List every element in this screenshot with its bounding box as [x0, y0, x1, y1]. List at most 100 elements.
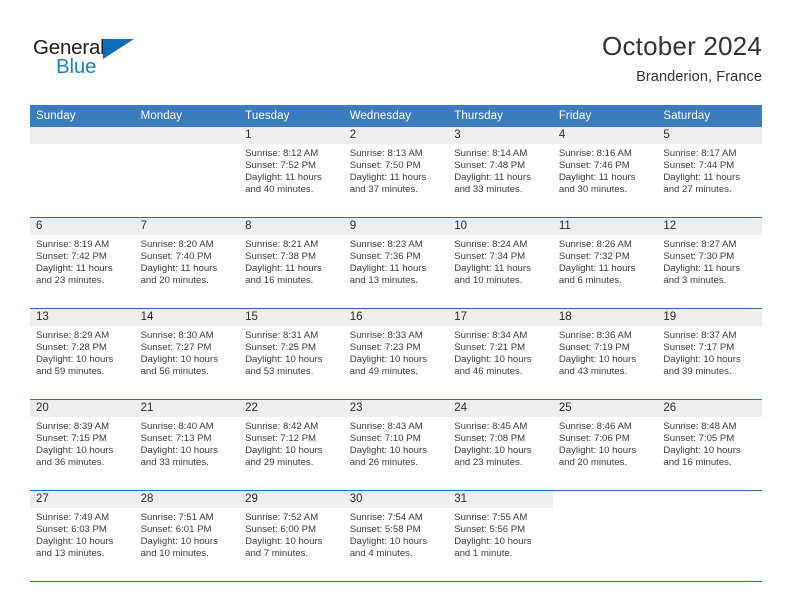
day-number: 31	[448, 491, 553, 508]
daylight-duration-line2: and 10 minutes.	[140, 547, 209, 559]
calendar-day-cell[interactable]: 27 Sunrise: 7:49 AM Sunset: 6:03 PM Dayligh…	[30, 490, 135, 582]
daylight-duration-line2: and 13 minutes.	[349, 274, 418, 286]
daylight-duration-line2: and 59 minutes.	[36, 365, 105, 377]
day-cell-inner: 16 Sunrise: 8:33 AM Sunset: 7:23 PM Dayligh…	[343, 309, 449, 399]
calendar-day-cell[interactable]: 15 Sunrise: 8:31 AM Sunset: 7:25 PM Dayligh…	[239, 308, 344, 400]
calendar-day-cell[interactable]: 14 Sunrise: 8:30 AM Sunset: 7:27 PM Dayligh…	[134, 308, 240, 400]
calendar-day-cell[interactable]: 3 Sunrise: 8:14 AM Sunset: 7:48 PM Daylight…	[448, 127, 553, 218]
sunrise-time: Sunrise: 8:13 AM	[349, 148, 423, 159]
sunrise-time: Sunrise: 8:43 AM	[349, 421, 423, 432]
sunset-time: Sunset: 7:38 PM	[245, 250, 317, 262]
calendar-body: 1 Sunrise: 8:12 AM Sunset: 7:52 PM Daylight…	[30, 127, 762, 582]
calendar-day-cell[interactable]: 11 Sunrise: 8:26 AM Sunset: 7:32 PM Dayligh…	[552, 217, 658, 309]
sunrise-time: Sunrise: 8:17 AM	[663, 148, 737, 159]
day-number: 8	[239, 218, 344, 235]
sunrise-time: Sunrise: 8:24 AM	[454, 239, 528, 250]
calendar-week-row: 6 Sunrise: 8:19 AM Sunset: 7:42 PM Daylight…	[30, 217, 762, 309]
sunset-time: Sunset: 7:15 PM	[36, 432, 107, 444]
calendar-day-cell[interactable]: 17 Sunrise: 8:34 AM Sunset: 7:21 PM Dayligh…	[448, 308, 553, 400]
day-detail: Sunrise: 7:52 AM Sunset: 6:00 PM Daylight:…	[239, 508, 344, 560]
sunrise-time: Sunrise: 8:40 AM	[140, 421, 214, 432]
calendar-day-cell[interactable]: 28 Sunrise: 7:51 AM Sunset: 6:01 PM Dayligh…	[134, 490, 240, 582]
calendar-day-cell[interactable]: 16 Sunrise: 8:33 AM Sunset: 7:23 PM Dayligh…	[343, 308, 449, 400]
day-cell-inner: 27 Sunrise: 7:49 AM Sunset: 6:03 PM Dayligh…	[30, 491, 135, 581]
sunset-time: Sunset: 7:48 PM	[454, 159, 526, 171]
sunset-time: Sunset: 7:25 PM	[245, 341, 317, 353]
page-header: General Blue October 2024 Branderion, Fr…	[0, 0, 792, 100]
sunset-time: Sunset: 6:03 PM	[36, 523, 107, 535]
sunset-time: Sunset: 5:56 PM	[454, 523, 526, 535]
daylight-duration-line1: Daylight: 11 hours	[349, 262, 427, 274]
calendar-day-cell[interactable]: 2 Sunrise: 8:13 AM Sunset: 7:50 PM Daylight…	[343, 127, 449, 218]
day-number	[30, 127, 135, 144]
day-cell-inner: 29 Sunrise: 7:52 AM Sunset: 6:00 PM Dayligh…	[239, 491, 344, 581]
calendar-day-cell[interactable]: 4 Sunrise: 8:16 AM Sunset: 7:46 PM Daylight…	[552, 127, 658, 218]
daylight-duration-line2: and 33 minutes.	[140, 456, 209, 468]
calendar-day-cell[interactable]: 20 Sunrise: 8:39 AM Sunset: 7:15 PM Dayligh…	[30, 399, 135, 491]
sunrise-time: Sunrise: 8:31 AM	[245, 330, 319, 341]
sunset-time: Sunset: 7:06 PM	[558, 432, 630, 444]
calendar-cell-empty	[134, 127, 240, 218]
calendar-day-cell[interactable]: 31 Sunrise: 7:55 AM Sunset: 5:56 PM Dayligh…	[448, 490, 553, 582]
day-cell-inner: 1 Sunrise: 8:12 AM Sunset: 7:52 PM Daylight…	[239, 127, 344, 217]
calendar-day-cell[interactable]: 21 Sunrise: 8:40 AM Sunset: 7:13 PM Dayligh…	[134, 399, 240, 491]
day-number	[552, 491, 658, 508]
daylight-duration-line2: and 27 minutes.	[663, 183, 732, 195]
calendar-day-cell[interactable]: 18 Sunrise: 8:36 AM Sunset: 7:19 PM Dayligh…	[552, 308, 658, 400]
title-block: October 2024 Branderion, France	[602, 31, 762, 86]
calendar-day-cell[interactable]: 7 Sunrise: 8:20 AM Sunset: 7:40 PM Daylight…	[134, 217, 240, 309]
calendar-day-cell[interactable]: 10 Sunrise: 8:24 AM Sunset: 7:34 PM Dayligh…	[448, 217, 553, 309]
calendar-day-cell[interactable]: 25 Sunrise: 8:46 AM Sunset: 7:06 PM Dayligh…	[552, 399, 658, 491]
day-cell-inner: 14 Sunrise: 8:30 AM Sunset: 7:27 PM Dayligh…	[134, 309, 240, 399]
day-detail: Sunrise: 8:24 AM Sunset: 7:34 PM Daylight:…	[448, 235, 553, 287]
daylight-duration-line1: Daylight: 11 hours	[454, 171, 531, 183]
calendar-day-cell[interactable]: 8 Sunrise: 8:21 AM Sunset: 7:38 PM Daylight…	[239, 217, 344, 309]
brand-logo[interactable]: General Blue	[33, 37, 153, 84]
calendar-day-cell[interactable]: 1 Sunrise: 8:12 AM Sunset: 7:52 PM Daylight…	[239, 127, 344, 218]
day-cell-inner: 23 Sunrise: 8:43 AM Sunset: 7:10 PM Dayligh…	[343, 400, 449, 490]
calendar-day-cell[interactable]: 24 Sunrise: 8:45 AM Sunset: 7:08 PM Dayligh…	[448, 399, 553, 491]
calendar-day-cell[interactable]: 5 Sunrise: 8:17 AM Sunset: 7:44 PM Daylight…	[657, 127, 762, 218]
sunrise-time: Sunrise: 8:12 AM	[245, 148, 319, 159]
calendar-day-cell[interactable]: 13 Sunrise: 8:29 AM Sunset: 7:28 PM Dayligh…	[30, 308, 135, 400]
daylight-duration-line1: Daylight: 10 hours	[558, 444, 637, 456]
calendar-day-cell[interactable]: 23 Sunrise: 8:43 AM Sunset: 7:10 PM Dayligh…	[343, 399, 449, 491]
day-detail: Sunrise: 8:16 AM Sunset: 7:46 PM Daylight:…	[553, 144, 658, 196]
calendar-day-cell[interactable]: 26 Sunrise: 8:48 AM Sunset: 7:05 PM Dayligh…	[657, 399, 762, 491]
day-number: 29	[239, 491, 344, 508]
calendar-day-cell[interactable]: 22 Sunrise: 8:42 AM Sunset: 7:12 PM Dayligh…	[239, 399, 344, 491]
day-cell-inner: 20 Sunrise: 8:39 AM Sunset: 7:15 PM Dayligh…	[30, 400, 135, 490]
calendar-day-cell[interactable]: 9 Sunrise: 8:23 AM Sunset: 7:36 PM Daylight…	[343, 217, 449, 309]
day-number: 25	[552, 400, 658, 417]
sunrise-time: Sunrise: 8:30 AM	[140, 330, 214, 341]
daylight-duration-line2: and 37 minutes.	[349, 183, 418, 195]
day-cell-inner	[657, 491, 762, 581]
sunrise-time: Sunrise: 8:20 AM	[140, 239, 214, 250]
day-detail: Sunrise: 8:45 AM Sunset: 7:08 PM Daylight:…	[448, 417, 553, 469]
daylight-duration-line1: Daylight: 10 hours	[349, 444, 428, 456]
daylight-duration-line2: and 7 minutes.	[245, 547, 309, 559]
sunset-time: Sunset: 7:32 PM	[558, 250, 630, 262]
weekday-header-row: Sunday Monday Tuesday Wednesday Thursday…	[30, 105, 762, 127]
day-number: 17	[448, 309, 553, 326]
sunrise-time: Sunrise: 7:51 AM	[140, 512, 214, 523]
day-number: 24	[448, 400, 553, 417]
calendar-cell-empty	[30, 127, 135, 218]
day-cell-inner: 18 Sunrise: 8:36 AM Sunset: 7:19 PM Dayligh…	[552, 309, 658, 399]
day-cell-inner: 5 Sunrise: 8:17 AM Sunset: 7:44 PM Daylight…	[657, 127, 762, 217]
calendar-day-cell[interactable]: 30 Sunrise: 7:54 AM Sunset: 5:58 PM Dayligh…	[343, 490, 449, 582]
sunrise-time: Sunrise: 8:27 AM	[663, 239, 737, 250]
calendar-day-cell[interactable]: 19 Sunrise: 8:37 AM Sunset: 7:17 PM Dayligh…	[657, 308, 762, 400]
calendar-day-cell[interactable]: 12 Sunrise: 8:27 AM Sunset: 7:30 PM Dayligh…	[657, 217, 762, 309]
daylight-duration-line1: Daylight: 11 hours	[349, 171, 427, 183]
calendar-day-cell[interactable]: 29 Sunrise: 7:52 AM Sunset: 6:00 PM Dayligh…	[239, 490, 344, 582]
calendar-week-row: 13 Sunrise: 8:29 AM Sunset: 7:28 PM Dayligh…	[30, 308, 762, 400]
daylight-duration-line1: Daylight: 11 hours	[558, 171, 636, 183]
daylight-duration-line2: and 16 minutes.	[663, 456, 732, 468]
day-cell-inner: 10 Sunrise: 8:24 AM Sunset: 7:34 PM Dayligh…	[448, 218, 553, 308]
day-cell-inner: 19 Sunrise: 8:37 AM Sunset: 7:17 PM Dayligh…	[657, 309, 762, 399]
sunset-time: Sunset: 7:27 PM	[140, 341, 212, 353]
daylight-duration-line2: and 23 minutes.	[454, 456, 523, 468]
day-detail: Sunrise: 7:51 AM Sunset: 6:01 PM Daylight:…	[135, 508, 240, 560]
calendar-day-cell[interactable]: 6 Sunrise: 8:19 AM Sunset: 7:42 PM Daylight…	[30, 217, 135, 309]
